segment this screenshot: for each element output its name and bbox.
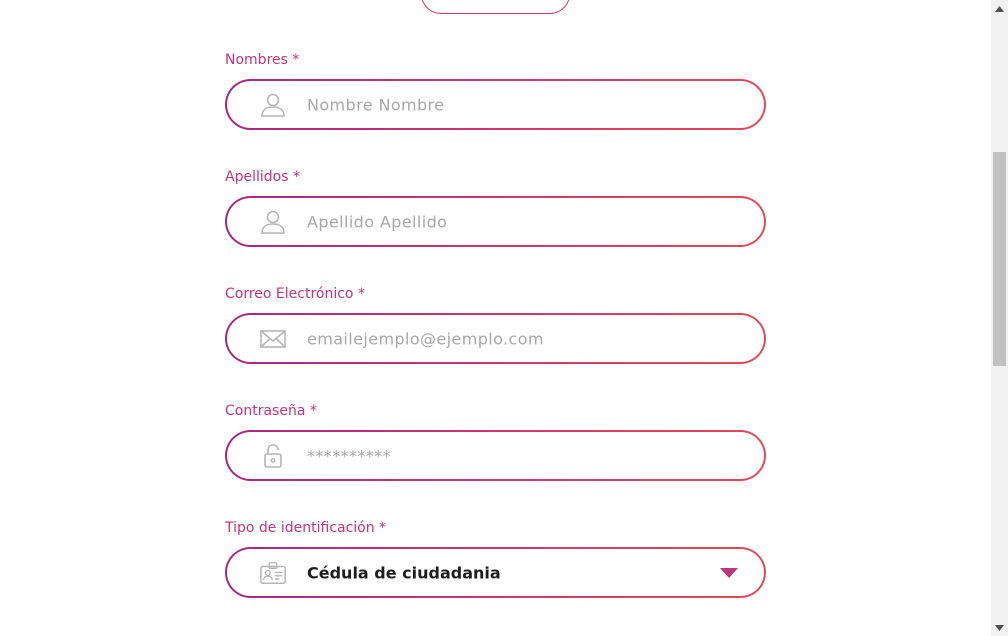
id-type-label: Tipo de identificación * — [225, 520, 387, 536]
edit-profile-button[interactable]: Editar Perfil — [421, 0, 570, 14]
first-name-label: Nombres * — [225, 52, 300, 68]
caret-down-icon[interactable] — [720, 567, 738, 578]
id-type-select[interactable]: Cédula de ciudadania — [225, 547, 766, 598]
email-input[interactable]: emailejemplo@ejemplo.com — [307, 329, 544, 348]
page: Editar Perfil Nombres * Nombre Nombre Ap… — [0, 0, 1008, 636]
envelope-icon — [259, 325, 287, 353]
vertical-scrollbar[interactable] — [991, 0, 1008, 636]
last-name-input[interactable]: Apellido Apellido — [307, 212, 447, 231]
last-name-label: Apellidos * — [225, 169, 300, 185]
id-card-icon — [259, 559, 287, 587]
scroll-down-arrow-icon[interactable] — [991, 619, 1008, 636]
email-label: Correo Electrónico * — [225, 286, 365, 302]
last-name-field[interactable]: Apellido Apellido — [225, 196, 766, 247]
email-field[interactable]: emailejemplo@ejemplo.com — [225, 313, 766, 364]
first-name-input[interactable]: Nombre Nombre — [307, 95, 444, 114]
password-field[interactable]: ********** — [225, 430, 766, 481]
scroll-up-arrow-icon[interactable] — [991, 0, 1008, 17]
password-label: Contraseña * — [225, 403, 317, 419]
lock-icon — [259, 442, 287, 470]
first-name-field[interactable]: Nombre Nombre — [225, 79, 766, 130]
user-icon — [259, 91, 287, 119]
scrollbar-thumb[interactable] — [993, 152, 1006, 366]
user-icon — [259, 208, 287, 236]
id-type-selected-value: Cédula de ciudadania — [307, 563, 501, 582]
password-input[interactable]: ********** — [307, 446, 391, 465]
